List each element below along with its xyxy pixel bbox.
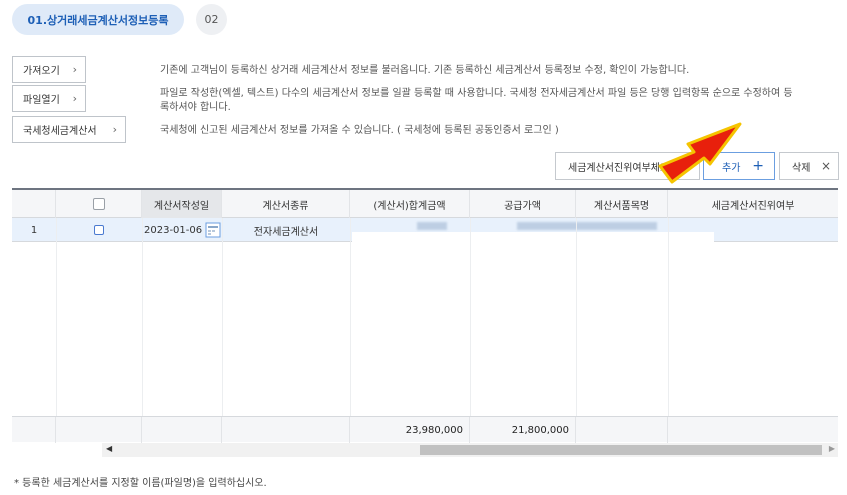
header-row-number: [12, 190, 56, 218]
step-tab-2[interactable]: 02: [196, 4, 227, 35]
chevron-right-icon: ›: [72, 92, 77, 105]
header-total-amount[interactable]: (계산서)합계금액: [350, 190, 470, 218]
column-divider: [576, 218, 577, 416]
row-select[interactable]: [56, 218, 142, 242]
fetch-button[interactable]: 가져오기 ›: [12, 56, 86, 83]
redaction-strip: [352, 232, 714, 242]
header-item-name[interactable]: 계산서품목명: [576, 190, 668, 218]
fetch-description: 기존에 고객님이 등록하신 상거래 세금계산서 정보를 불러옵니다. 기존 등록…: [160, 65, 690, 76]
delete-button-label: 삭제: [792, 162, 811, 174]
footnote: * 등록한 세금계산서를 지정할 이름(파일명)을 입력하십시오.: [14, 478, 267, 489]
grid-header: 계산서작성일 계산서종류 (계산서)합계금액 공급가액 계산서품목명 세금계산서…: [12, 190, 838, 218]
open-file-description-line2: 록하셔야 합니다.: [160, 102, 231, 113]
grid-footer: 23,980,000 21,800,000: [12, 416, 838, 443]
chevron-right-icon: ›: [112, 123, 117, 136]
open-file-description-line1: 파일로 작성한(엑셀, 텍스트) 다수의 세금계산서 정보를 일괄 등록할 때 …: [160, 88, 793, 99]
horizontal-scrollbar[interactable]: ◀ ▶: [102, 443, 838, 457]
nts-description: 국세청에 신고된 세금계산서 정보를 가져올 수 있습니다. ( 국세청에 등록…: [160, 125, 559, 136]
column-divider: [470, 218, 471, 416]
footer-cell: [142, 417, 222, 443]
footer-cell: [576, 417, 668, 443]
row-date[interactable]: 2023-01-06: [142, 218, 208, 242]
header-verification[interactable]: 세금계산서진위여부: [668, 190, 838, 218]
redaction-blur: [517, 222, 657, 230]
column-divider: [56, 218, 57, 416]
row-number: 1: [30, 224, 38, 236]
fetch-button-label: 가져오기: [23, 66, 60, 77]
delete-button[interactable]: 삭제 ×: [779, 152, 839, 180]
scrollbar-thumb[interactable]: [420, 445, 822, 455]
footer-cell: [56, 417, 142, 443]
step-tab-1[interactable]: 01.상거래세금계산서정보등록: [12, 4, 184, 35]
footer-cell: [668, 417, 838, 443]
select-all-checkbox[interactable]: [92, 198, 105, 210]
nts-invoice-button-label: 국세청세금계산서: [23, 126, 97, 137]
close-icon: ×: [820, 159, 831, 173]
annotation-arrow-icon: [658, 122, 742, 184]
open-file-button[interactable]: 파일열기 ›: [12, 85, 86, 112]
nts-invoice-button[interactable]: 국세청세금계산서 ›: [12, 116, 126, 143]
chevron-right-icon: ›: [72, 63, 77, 76]
scroll-right-icon[interactable]: ▶: [829, 444, 835, 453]
footer-cell: [12, 417, 56, 443]
invoice-grid: 계산서작성일 계산서종류 (계산서)합계금액 공급가액 계산서품목명 세금계산서…: [12, 188, 838, 459]
header-date[interactable]: 계산서작성일: [142, 190, 222, 218]
header-type[interactable]: 계산서종류: [222, 190, 350, 218]
header-select-all[interactable]: [56, 190, 142, 218]
open-file-button-label: 파일열기: [23, 95, 60, 106]
column-divider: [222, 218, 223, 416]
row-checkbox[interactable]: [94, 225, 104, 235]
column-divider: [142, 218, 143, 416]
supply-amount-sum: 21,800,000: [470, 417, 576, 443]
column-divider: [668, 218, 669, 416]
total-amount-sum: 23,980,000: [350, 417, 470, 443]
footer-cell: [222, 417, 350, 443]
row-type[interactable]: 전자세금계산서: [222, 218, 350, 242]
scroll-left-icon[interactable]: ◀: [106, 444, 112, 453]
calendar-icon[interactable]: [204, 218, 222, 242]
redaction-blur: [417, 222, 447, 230]
header-supply-amount[interactable]: 공급가액: [470, 190, 576, 218]
column-divider: [350, 218, 351, 416]
